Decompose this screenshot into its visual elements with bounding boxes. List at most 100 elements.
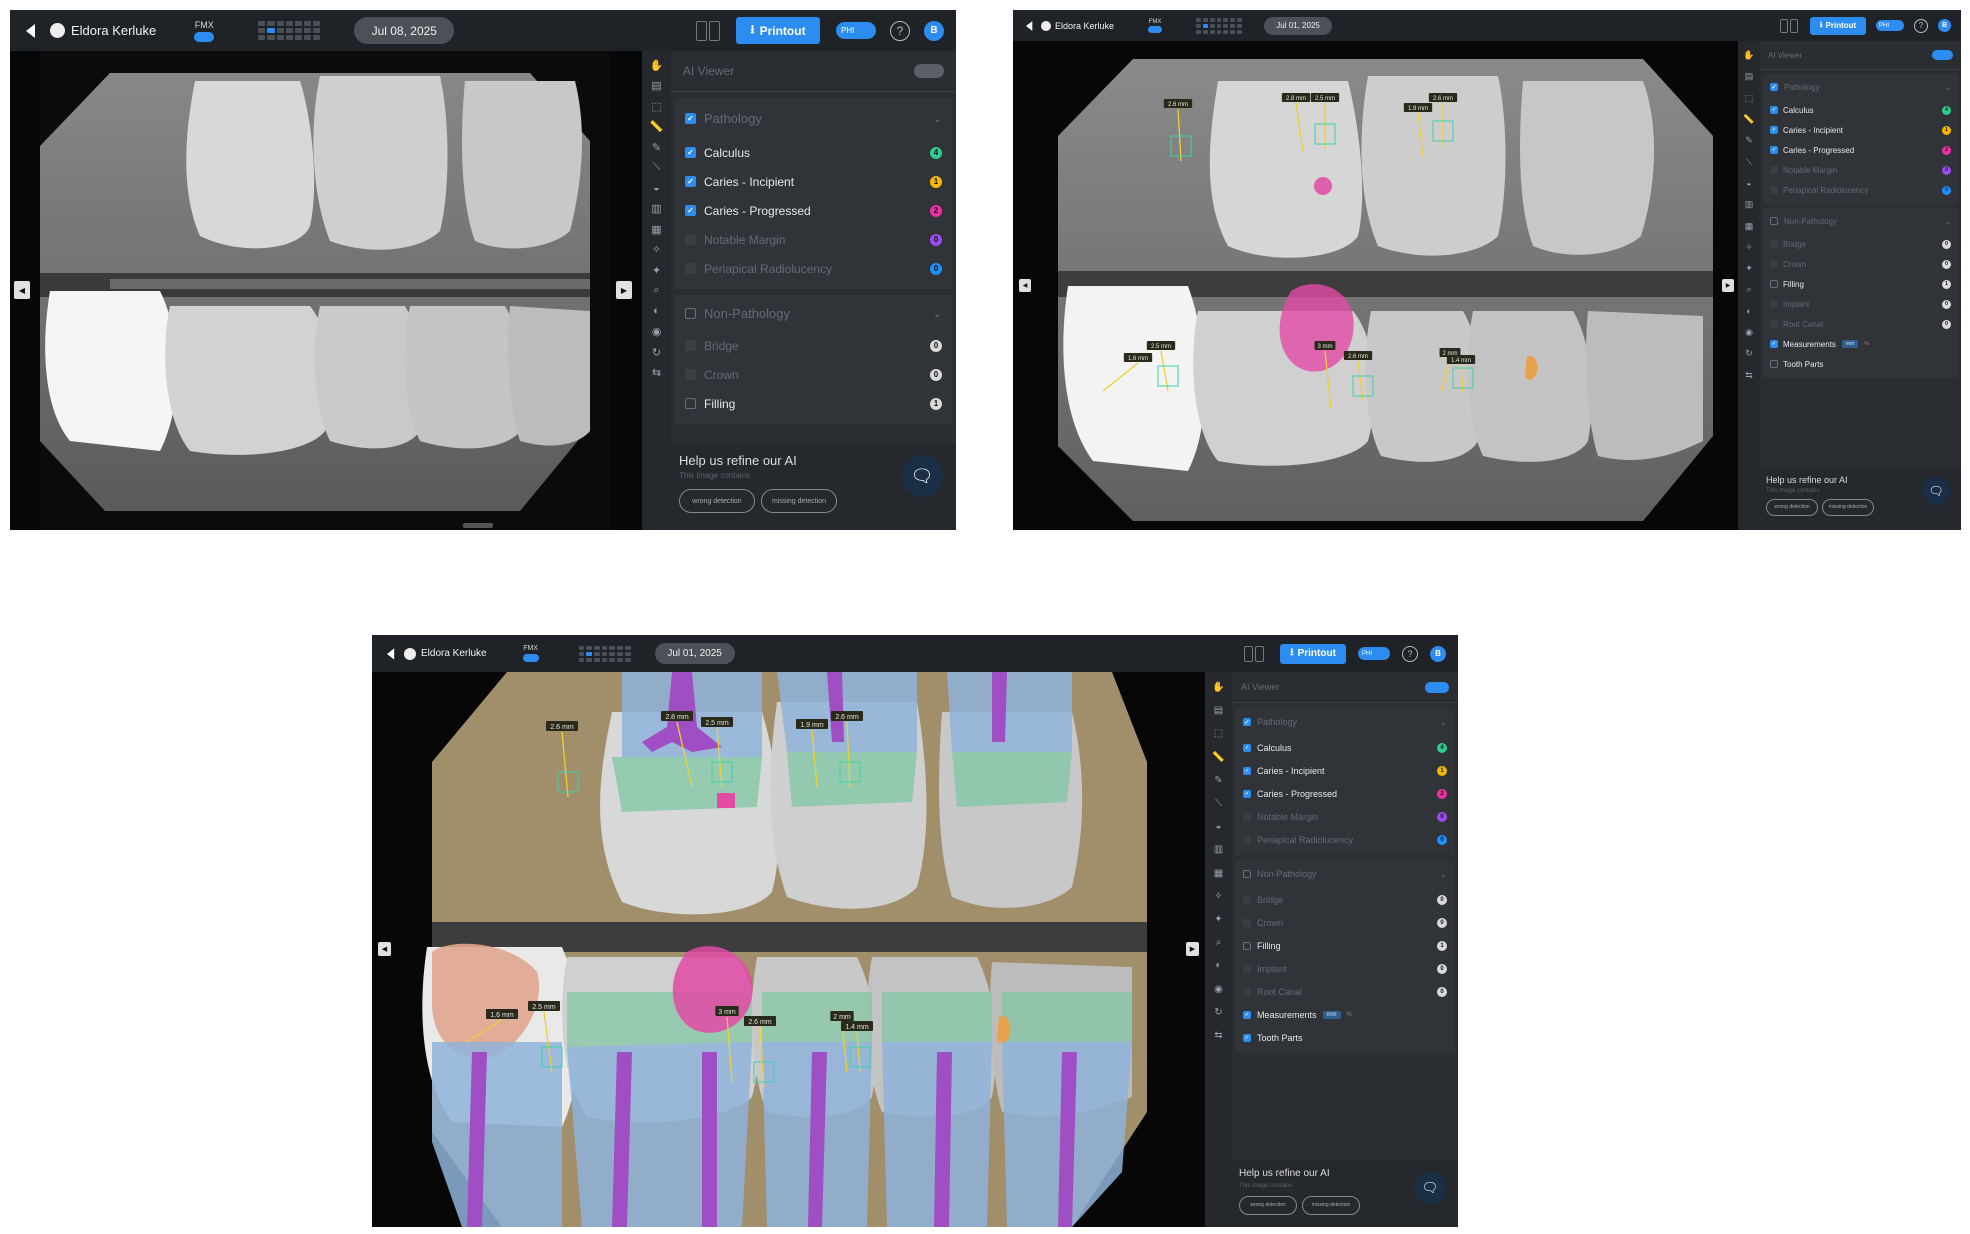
non-pathology-item[interactable]: Crown 0 <box>1763 254 1958 274</box>
fmx-thumb[interactable] <box>313 35 321 40</box>
calculus-box[interactable] <box>1352 375 1374 397</box>
measurement-line[interactable] <box>1460 364 1464 394</box>
pen-icon[interactable]: ✎ <box>1205 769 1232 792</box>
tooth-alt-icon[interactable]: ▦ <box>1205 862 1232 885</box>
checkbox[interactable] <box>685 340 696 351</box>
checkbox[interactable] <box>1770 280 1778 288</box>
fmx-thumb[interactable] <box>586 645 593 650</box>
fmx-thumb[interactable] <box>624 645 631 650</box>
checkbox[interactable] <box>1243 1010 1251 1019</box>
tooth-outline-icon[interactable]: ▥ <box>1205 838 1232 861</box>
measurement-line[interactable] <box>716 727 723 788</box>
brightness-icon[interactable]: ✧ <box>642 240 671 261</box>
back-arrow-icon[interactable] <box>1023 19 1035 33</box>
next-image-button[interactable]: ▶ <box>616 281 632 299</box>
non-pathology-checkbox[interactable] <box>1243 870 1251 878</box>
fmx-thumb[interactable] <box>1230 17 1236 22</box>
patient-selector[interactable]: Eldora Kerluke <box>50 23 156 38</box>
pathology-item[interactable]: Caries - Incipient 1 <box>1235 759 1455 782</box>
fmx-toggle[interactable] <box>1148 25 1163 33</box>
pathology-checkbox[interactable] <box>685 112 696 124</box>
fmx-thumb[interactable] <box>609 657 616 662</box>
flip-icon[interactable]: ⇆ <box>1205 1024 1232 1047</box>
checkbox[interactable] <box>685 205 696 216</box>
wrong-detection-button[interactable]: wrong detection <box>679 489 755 513</box>
phi-toggle[interactable]: PHI <box>1358 647 1390 660</box>
tooth-alt-icon[interactable]: ▦ <box>1738 215 1760 236</box>
fmx-thumb[interactable] <box>594 657 600 662</box>
calculus-box[interactable] <box>711 761 733 783</box>
tooth-parts-item[interactable]: Tooth Parts <box>1763 354 1958 374</box>
patient-selector[interactable]: Eldora Kerluke <box>404 647 487 660</box>
non-pathology-item[interactable]: Crown 0 <box>675 360 952 389</box>
layers-icon[interactable]: ▤ <box>1738 66 1760 87</box>
fmx-thumb[interactable] <box>586 657 593 662</box>
checkbox[interactable] <box>1770 186 1778 194</box>
measurement-line[interactable] <box>1417 112 1424 157</box>
pathology-item[interactable]: Caries - Progressed 2 <box>675 196 952 225</box>
fmx-thumb[interactable] <box>609 645 616 650</box>
measurements-item[interactable]: Measurements mm% <box>1763 334 1958 354</box>
measurement-line[interactable] <box>726 1016 733 1083</box>
eye-icon[interactable]: ◉ <box>1738 322 1760 343</box>
fmx-thumb[interactable] <box>586 651 593 656</box>
flip-icon[interactable]: ⇆ <box>642 363 671 384</box>
measure-icon[interactable]: ⟍ <box>1738 151 1760 172</box>
fmx-thumb[interactable] <box>303 28 312 33</box>
tooth-alt-icon[interactable]: ▦ <box>642 219 671 240</box>
measurement-line[interactable] <box>561 731 569 798</box>
checkbox[interactable] <box>1243 918 1251 927</box>
checkbox[interactable] <box>685 369 696 380</box>
brightness-icon[interactable]: ✧ <box>1738 237 1760 258</box>
pathology-item[interactable]: Periapical Radiolucency 0 <box>1235 828 1455 851</box>
fmx-toggle[interactable] <box>522 654 539 662</box>
fmx-thumb[interactable] <box>578 657 585 662</box>
fmx-thumb[interactable] <box>601 651 608 656</box>
missing-detection-button[interactable]: missing detection <box>1822 499 1874 516</box>
fmx-thumb[interactable] <box>1237 29 1243 34</box>
checkbox[interactable] <box>1770 106 1778 114</box>
fmx-thumb[interactable] <box>1196 17 1201 22</box>
pathology-item[interactable]: Calculus 4 <box>1235 736 1455 759</box>
fmx-thumb[interactable] <box>1202 17 1208 22</box>
non-pathology-checkbox[interactable] <box>1770 217 1778 225</box>
fmx-thumb[interactable] <box>1223 17 1229 22</box>
fmx-thumb[interactable] <box>617 645 623 650</box>
rotate-icon[interactable]: ↻ <box>642 342 671 363</box>
unit-percent-toggle[interactable]: % <box>1861 340 1871 348</box>
chevron-down-icon[interactable]: ⌄ <box>933 307 942 320</box>
layers-icon[interactable]: ▤ <box>642 76 671 97</box>
checkbox[interactable] <box>1770 300 1778 308</box>
flip-icon[interactable]: ⇆ <box>1738 364 1760 385</box>
fmx-thumb[interactable] <box>1237 23 1243 28</box>
fmx-thumbnail-strip[interactable] <box>258 21 321 40</box>
checkbox[interactable] <box>1243 766 1251 775</box>
pathology-item[interactable]: Caries - Progressed 2 <box>1235 782 1455 805</box>
fmx-thumb[interactable] <box>617 651 623 656</box>
calculus-box[interactable] <box>541 1046 563 1068</box>
date-selector[interactable]: Jul 01, 2025 <box>654 643 735 664</box>
fmx-thumb[interactable] <box>1216 29 1222 34</box>
zoom-icon[interactable]: ⌕ <box>642 281 671 302</box>
zoom-icon[interactable]: ⌕ <box>1205 931 1232 954</box>
checkbox[interactable] <box>1770 166 1778 174</box>
checkbox[interactable] <box>1243 895 1251 904</box>
fmx-thumb[interactable] <box>276 35 284 40</box>
measurement-line[interactable] <box>1177 108 1182 162</box>
tooth-outline-icon[interactable]: ▥ <box>1738 194 1760 215</box>
non-pathology-item[interactable]: Bridge 0 <box>1235 888 1455 911</box>
fmx-thumb[interactable] <box>1237 17 1243 22</box>
measure-icon[interactable]: ⟍ <box>1205 792 1232 815</box>
fmx-thumb[interactable] <box>1223 29 1229 34</box>
pen-icon[interactable]: ✎ <box>1738 130 1760 151</box>
fmx-thumb[interactable] <box>1209 23 1215 28</box>
fmx-thumb[interactable] <box>267 35 275 40</box>
checkbox[interactable] <box>685 234 696 245</box>
checkbox[interactable] <box>1770 320 1778 328</box>
chat-icon[interactable]: 🗨 <box>1922 477 1950 505</box>
measurement-line[interactable] <box>676 721 693 788</box>
pathology-item[interactable]: Notable Margin 0 <box>1235 805 1455 828</box>
fmx-thumb[interactable] <box>285 21 293 26</box>
ruler-icon[interactable]: 📏 <box>1738 109 1760 130</box>
layers-icon[interactable]: ▤ <box>1205 699 1232 722</box>
